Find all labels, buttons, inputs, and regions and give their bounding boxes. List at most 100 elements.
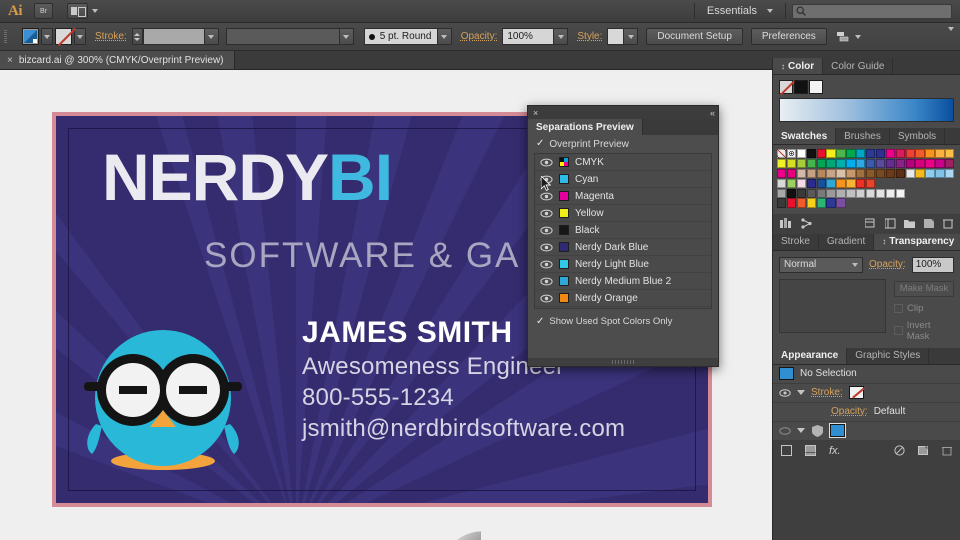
tab-separations-preview[interactable]: Separations Preview bbox=[528, 119, 643, 135]
swatch[interactable] bbox=[895, 188, 905, 198]
swatch[interactable] bbox=[796, 168, 807, 179]
swatch[interactable] bbox=[826, 149, 836, 159]
swatch[interactable] bbox=[875, 158, 886, 169]
stroke-profile-dropdown[interactable] bbox=[339, 28, 354, 45]
swatch[interactable] bbox=[846, 168, 856, 179]
swatch[interactable] bbox=[826, 178, 836, 188]
transparency-thumbnail[interactable] bbox=[779, 278, 886, 333]
swatch[interactable] bbox=[856, 188, 866, 198]
swatch[interactable] bbox=[826, 158, 836, 169]
ink-row[interactable]: Yellow bbox=[535, 205, 711, 222]
ink-row[interactable]: Nerdy Dark Blue bbox=[535, 239, 711, 256]
swatch[interactable] bbox=[895, 168, 905, 179]
chevron-down-icon[interactable] bbox=[854, 34, 861, 39]
chevron-down-icon[interactable] bbox=[92, 9, 98, 13]
swatch[interactable] bbox=[856, 149, 866, 159]
swatch[interactable] bbox=[846, 158, 856, 169]
swatch[interactable] bbox=[885, 158, 896, 169]
swatch[interactable] bbox=[816, 168, 826, 179]
duplicate-item-icon[interactable] bbox=[918, 445, 929, 456]
visibility-eye-icon[interactable] bbox=[779, 389, 791, 397]
invert-mask-checkbox[interactable] bbox=[894, 326, 903, 336]
swatch[interactable] bbox=[786, 168, 797, 179]
make-mask-button[interactable]: Make Mask bbox=[894, 280, 954, 297]
swatch[interactable] bbox=[895, 149, 905, 159]
stroke-weight-stepper[interactable] bbox=[131, 28, 143, 45]
ink-visibility-eye-icon[interactable] bbox=[540, 226, 553, 235]
ink-visibility-eye-icon[interactable] bbox=[540, 243, 553, 252]
swatch[interactable] bbox=[806, 198, 816, 208]
swatch[interactable] bbox=[925, 149, 935, 159]
tab-color-guide[interactable]: Color Guide bbox=[823, 58, 894, 74]
ink-row[interactable]: Cyan bbox=[535, 171, 711, 188]
show-swatch-kinds-icon[interactable] bbox=[865, 218, 877, 229]
swatch[interactable] bbox=[806, 168, 816, 179]
swatch[interactable] bbox=[935, 149, 945, 159]
tab-graphic-styles[interactable]: Graphic Styles bbox=[847, 347, 930, 364]
separations-title-bar[interactable]: × « bbox=[528, 106, 718, 119]
swatch[interactable] bbox=[925, 168, 935, 179]
stroke-weight-label[interactable]: Stroke: bbox=[95, 31, 127, 42]
disclosure-triangle-icon[interactable] bbox=[797, 428, 805, 434]
delete-swatch-icon[interactable] bbox=[943, 218, 953, 229]
tab-gradient[interactable]: Gradient bbox=[818, 233, 875, 250]
swatch[interactable] bbox=[816, 178, 826, 188]
new-color-group-icon[interactable] bbox=[904, 218, 916, 229]
clip-checkbox[interactable] bbox=[894, 303, 903, 313]
close-icon[interactable]: × bbox=[7, 55, 13, 66]
swatch[interactable] bbox=[816, 188, 826, 198]
stroke-color-swatch[interactable] bbox=[55, 28, 72, 45]
swatch[interactable] bbox=[846, 178, 856, 188]
preferences-button[interactable]: Preferences bbox=[750, 28, 827, 45]
swatch[interactable] bbox=[777, 188, 787, 198]
ink-row[interactable]: CMYK bbox=[535, 154, 711, 171]
swatch[interactable] bbox=[826, 198, 836, 208]
swatch[interactable] bbox=[777, 168, 787, 179]
ink-visibility-eye-icon[interactable] bbox=[540, 158, 553, 167]
swatch[interactable] bbox=[796, 178, 807, 188]
swatch[interactable] bbox=[777, 198, 787, 208]
color-black-swatch[interactable] bbox=[794, 80, 808, 94]
document-tab[interactable]: × bizcard.ai @ 300% (CMYK/Overprint Prev… bbox=[0, 51, 235, 69]
fill-color-swatch[interactable] bbox=[22, 28, 39, 45]
disclosure-triangle-icon[interactable] bbox=[797, 390, 805, 396]
swatch[interactable] bbox=[935, 168, 945, 179]
stroke-none-icon[interactable] bbox=[848, 386, 864, 400]
appearance-selection-row[interactable]: No Selection bbox=[773, 365, 960, 384]
graphic-style-swatch[interactable] bbox=[607, 28, 625, 45]
color-spectrum-ramp[interactable] bbox=[779, 98, 954, 122]
swatch[interactable] bbox=[905, 168, 915, 179]
swatch[interactable] bbox=[816, 198, 826, 208]
document-setup-button[interactable]: Document Setup bbox=[646, 28, 743, 45]
swatch[interactable] bbox=[866, 178, 876, 188]
stroke-dropdown[interactable] bbox=[74, 28, 86, 45]
swatch[interactable] bbox=[846, 188, 856, 198]
add-new-stroke-icon[interactable] bbox=[781, 445, 792, 457]
swatch[interactable] bbox=[796, 198, 807, 208]
transparency-opacity-field[interactable]: 100% bbox=[911, 256, 954, 273]
swatch[interactable] bbox=[875, 188, 886, 198]
swatch[interactable] bbox=[885, 149, 896, 159]
tab-symbols[interactable]: Symbols bbox=[889, 128, 946, 144]
swatch[interactable] bbox=[836, 188, 846, 198]
stroke-profile-field[interactable] bbox=[225, 28, 340, 45]
stroke-weight-field[interactable] bbox=[142, 28, 205, 45]
new-swatch-icon[interactable] bbox=[924, 218, 935, 229]
opacity-field[interactable]: 100% bbox=[502, 28, 555, 45]
swatch[interactable] bbox=[866, 188, 876, 198]
close-icon[interactable]: × bbox=[533, 108, 538, 118]
collapse-icon[interactable]: « bbox=[710, 108, 715, 118]
swatch[interactable] bbox=[925, 158, 935, 169]
overprint-preview-row[interactable]: ✓ Overprint Preview bbox=[528, 135, 718, 153]
swatch[interactable] bbox=[866, 158, 876, 169]
fill-color-swatch[interactable] bbox=[829, 423, 846, 439]
swatch[interactable] bbox=[885, 188, 896, 198]
clip-checkbox-row[interactable]: Clip bbox=[894, 303, 954, 314]
brush-definition-field[interactable]: 5 pt. Round bbox=[363, 28, 438, 45]
tab-color[interactable]: ↕ Color bbox=[773, 58, 824, 74]
search-input[interactable] bbox=[792, 3, 952, 19]
ink-visibility-eye-icon[interactable] bbox=[540, 277, 553, 286]
swatch[interactable] bbox=[875, 149, 886, 159]
panel-resize-grip[interactable] bbox=[528, 358, 718, 366]
control-bar-grip[interactable] bbox=[0, 23, 10, 50]
